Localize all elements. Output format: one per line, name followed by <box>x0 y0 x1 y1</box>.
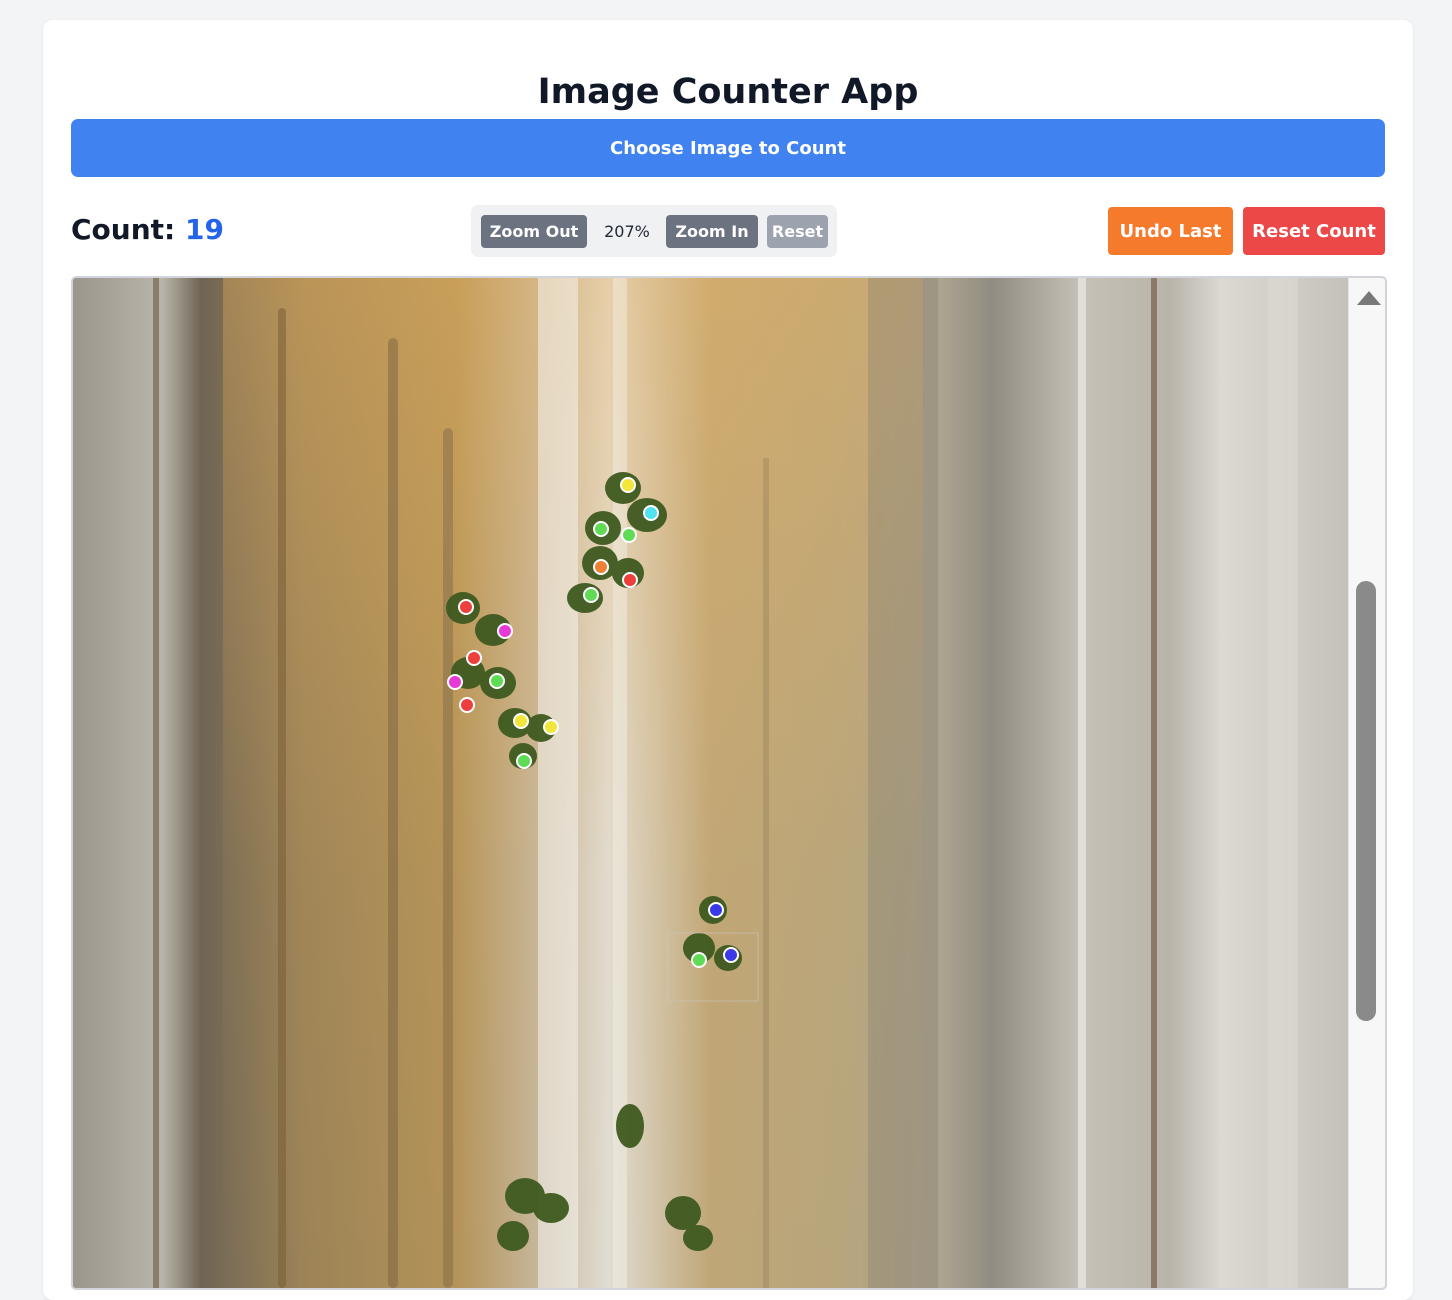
zoom-reset-button[interactable]: Reset <box>767 215 828 248</box>
count-marker[interactable] <box>620 477 636 493</box>
count-marker[interactable] <box>447 674 463 690</box>
count-marker[interactable] <box>691 952 707 968</box>
scroll-up-arrow-icon[interactable] <box>1357 291 1381 305</box>
page-title: Image Counter App <box>537 72 919 112</box>
count-marker[interactable] <box>516 753 532 769</box>
count-marker[interactable] <box>466 650 482 666</box>
counted-image[interactable] <box>73 278 1349 1288</box>
count-marker[interactable] <box>543 719 559 735</box>
vertical-scrollbar[interactable] <box>1348 278 1385 1288</box>
count-marker[interactable] <box>708 902 724 918</box>
app-card: Image Counter App Choose Image to Count … <box>43 20 1413 1300</box>
count-marker[interactable] <box>593 521 609 537</box>
count-marker[interactable] <box>621 527 637 543</box>
count-marker[interactable] <box>593 559 609 575</box>
count-marker[interactable] <box>622 572 638 588</box>
scroll-thumb[interactable] <box>1356 581 1376 1021</box>
count-value: 19 <box>184 213 224 246</box>
image-canvas[interactable] <box>71 276 1387 1290</box>
count-label: Count: <box>71 213 176 246</box>
count-marker[interactable] <box>458 599 474 615</box>
count-marker[interactable] <box>643 505 659 521</box>
count-marker[interactable] <box>489 673 505 689</box>
zoom-in-button[interactable]: Zoom In <box>666 215 758 248</box>
count-marker[interactable] <box>497 623 513 639</box>
count-display: Count: 19 <box>71 213 224 246</box>
count-marker[interactable] <box>513 713 529 729</box>
count-marker[interactable] <box>459 697 475 713</box>
count-marker[interactable] <box>583 587 599 603</box>
zoom-level: 207% <box>604 222 650 241</box>
reset-count-button[interactable]: Reset Count <box>1243 207 1385 255</box>
zoom-controls: Zoom Out 207% Zoom In Reset <box>471 205 837 257</box>
count-marker[interactable] <box>723 947 739 963</box>
zoom-out-button[interactable]: Zoom Out <box>481 215 587 248</box>
undo-last-button[interactable]: Undo Last <box>1108 207 1233 255</box>
choose-image-button[interactable]: Choose Image to Count <box>71 119 1385 177</box>
